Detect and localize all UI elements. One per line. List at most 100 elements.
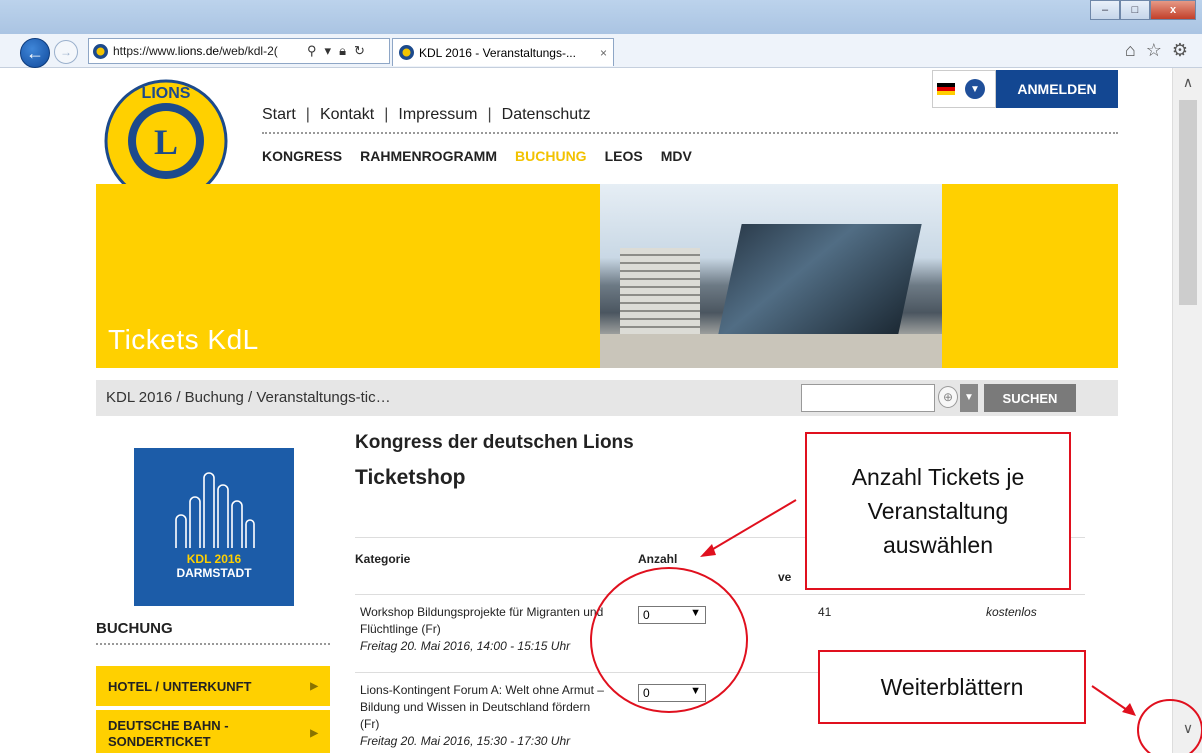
- lock-icon[interactable]: 🔒︎: [339, 43, 346, 59]
- scroll-thumb[interactable]: [1179, 100, 1197, 305]
- search-input[interactable]: [801, 384, 935, 412]
- tab-title: KDL 2016 - Veranstaltungs-...: [419, 45, 576, 60]
- page-subtitle: Ticketshop: [355, 466, 466, 489]
- table-header-line: [355, 594, 1085, 595]
- event-name: Lions-Kontingent Forum A: Welt ohne Armu…: [360, 683, 604, 697]
- quantity-select[interactable]: 0 ▼: [638, 606, 706, 624]
- main-nav: KONGRESS RAHMENROGRAMM BUCHUNG LEOS MDV: [262, 148, 692, 164]
- photo-ground: [600, 334, 942, 368]
- mainnav-leos[interactable]: LEOS: [605, 148, 643, 164]
- nav-start[interactable]: Start: [262, 106, 296, 124]
- nav-separator: |: [305, 106, 310, 123]
- address-bar[interactable]: https://www.lions.de/web/kdl-2( ⚲ ▾ 🔒︎ ↻: [88, 38, 390, 64]
- nav-divider: [262, 132, 1118, 134]
- url-prefix: https://www.: [113, 44, 178, 58]
- site-favicon-icon: [93, 43, 108, 59]
- mainnav-buchung[interactable]: BUCHUNG: [515, 148, 587, 164]
- maximize-button[interactable]: □: [1120, 0, 1150, 20]
- scroll-down-arrow-icon[interactable]: ∨: [1173, 720, 1202, 737]
- callout-line: Anzahl Tickets je: [851, 464, 1025, 490]
- mainnav-kongress[interactable]: KONGRESS: [262, 148, 342, 164]
- search-button[interactable]: SUCHEN: [984, 384, 1076, 412]
- quantity-select[interactable]: 0 ▼: [638, 684, 706, 702]
- sidebar-item-bahn[interactable]: DEUTSCHE BAHN - SONDERTICKET ▶: [96, 710, 330, 753]
- svg-text:L: L: [154, 122, 178, 162]
- hero-banner: Tickets KdL: [96, 184, 1118, 368]
- url-rest: /web/kdl-2(: [219, 44, 278, 58]
- vertical-scrollbar[interactable]: ∧ ∨: [1172, 68, 1202, 753]
- callout-line: Veranstaltung: [867, 498, 1009, 524]
- browser-tab[interactable]: KDL 2016 - Veranstaltungs-... ×: [392, 38, 614, 66]
- quantity-value: 0: [643, 686, 650, 700]
- nav-datenschutz[interactable]: Datenschutz: [502, 106, 591, 124]
- hero-title: Tickets KdL: [108, 324, 259, 355]
- login-button[interactable]: ANMELDEN: [996, 70, 1118, 108]
- kdl-tower-icon: [175, 472, 255, 548]
- sidebar-item-label: HOTEL / UNTERKUNFT: [108, 678, 252, 694]
- chevron-down-icon: ▼: [690, 685, 701, 697]
- column-header-available: ve: [778, 570, 792, 584]
- kdl-city: DARMSTADT: [176, 566, 252, 580]
- german-flag-icon: [937, 83, 955, 95]
- available-count: 41: [818, 605, 832, 619]
- address-icons: ⚲ ▾ 🔒︎ ↻: [307, 43, 365, 59]
- event-name-cont: Flüchtlinge (Fr): [360, 622, 441, 636]
- event-date: Freitag 20. Mai 2016, 15:30 - 17:30 Uhr: [360, 734, 571, 748]
- kdl-badge: KDL 2016 DARMSTADT: [134, 448, 294, 606]
- sidebar-item-label: DEUTSCHE BAHN - SONDERTICKET: [108, 718, 229, 749]
- column-header-amount: Anzahl: [638, 552, 678, 566]
- nav-impressum[interactable]: Impressum: [398, 106, 477, 124]
- callout-text: Weiterblättern: [880, 673, 1024, 700]
- quantity-value: 0: [643, 608, 650, 622]
- home-icon[interactable]: ⌂: [1125, 40, 1136, 61]
- chevron-down-icon[interactable]: ▼: [965, 79, 985, 99]
- photo-tower: [620, 248, 700, 348]
- event-name: Workshop Bildungsprojekte für Migranten …: [360, 605, 604, 619]
- chevron-right-icon: ▶: [310, 680, 318, 692]
- mainnav-mdv[interactable]: MDV: [661, 148, 692, 164]
- scroll-up-arrow-icon[interactable]: ∧: [1173, 74, 1202, 91]
- event-name-cont: Bildung und Wissen in Deutschland förder…: [360, 700, 591, 714]
- refresh-icon[interactable]: ↻: [354, 43, 365, 59]
- forward-button[interactable]: →: [54, 40, 78, 64]
- page-title: Kongress der deutschen Lions: [355, 432, 634, 453]
- window-titlebar: – □ x: [0, 0, 1202, 36]
- globe-icon[interactable]: ⊕: [938, 386, 958, 408]
- gear-icon[interactable]: ⚙: [1172, 40, 1188, 61]
- window-controls: – □ x: [1090, 0, 1196, 20]
- sidebar-item-hotel[interactable]: HOTEL / UNTERKUNFT ▶: [96, 666, 330, 706]
- sidebar-heading: BUCHUNG: [96, 620, 173, 637]
- tab-favicon-icon: [399, 45, 414, 60]
- breadcrumb-bar: KDL 2016 / Buchung / Veranstaltungs-tic……: [96, 380, 1118, 416]
- breadcrumb: KDL 2016 / Buchung / Veranstaltungs-tic…: [106, 389, 391, 406]
- url-host: lions.de: [177, 44, 220, 58]
- back-button[interactable]: ←: [20, 38, 50, 68]
- language-selector[interactable]: ▼: [932, 70, 996, 108]
- price-label: kostenlos: [986, 605, 1037, 619]
- tab-close-icon[interactable]: ×: [600, 46, 607, 60]
- chevron-right-icon: ▶: [310, 728, 318, 739]
- kdl-year: KDL 2016: [186, 552, 242, 566]
- browser-toolbar-icons: ⌂ ☆ ⚙: [1125, 40, 1188, 61]
- nav-separator: |: [384, 106, 389, 123]
- star-icon[interactable]: ☆: [1146, 40, 1162, 61]
- chevron-down-icon: ▼: [690, 607, 701, 619]
- nav-kontakt[interactable]: Kontakt: [320, 106, 374, 124]
- url-text: https://www.lions.de/web/kdl-2(: [113, 44, 303, 58]
- callout-line: auswählen: [883, 532, 993, 558]
- mainnav-rahmenprogramm[interactable]: RAHMENROGRAMM: [360, 148, 497, 164]
- nav-separator: |: [487, 106, 492, 123]
- annotation-callout-tickets: Anzahl Tickets je Veranstaltung auswähle…: [805, 432, 1071, 590]
- dropdown-icon[interactable]: ▾: [325, 43, 332, 59]
- close-window-button[interactable]: x: [1150, 0, 1196, 20]
- event-name-cont: (Fr): [360, 717, 380, 731]
- annotation-callout-scroll: Weiterblättern: [818, 650, 1086, 724]
- table-row: Lions-Kontingent Forum A: Welt ohne Armu…: [360, 682, 640, 750]
- hero-photo: [600, 184, 942, 368]
- svg-text:LIONS: LIONS: [142, 85, 191, 102]
- search-scope-dropdown[interactable]: ▼: [960, 384, 978, 412]
- sidebar-divider: [96, 643, 330, 645]
- minimize-button[interactable]: –: [1090, 0, 1120, 20]
- event-date: Freitag 20. Mai 2016, 14:00 - 15:15 Uhr: [360, 639, 571, 653]
- search-icon[interactable]: ⚲: [307, 43, 317, 59]
